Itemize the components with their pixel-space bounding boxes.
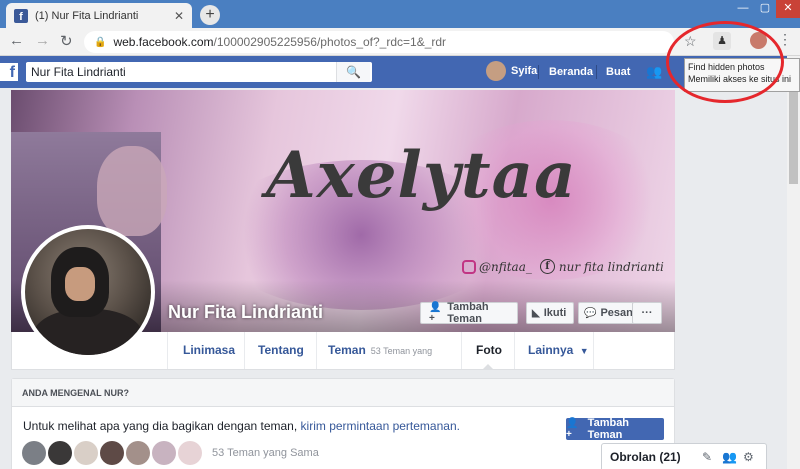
browser-tab[interactable]: f (1) Nur Fita Lindrianti ✕ — [6, 3, 192, 28]
card-add-friend-label: Tambah Teman — [587, 417, 630, 441]
nav-user-name: Syifa — [511, 65, 538, 77]
instagram-icon — [462, 259, 476, 274]
tab-photos[interactable]: Foto — [461, 332, 514, 370]
new-tab-button[interactable]: + — [200, 5, 220, 25]
facebook-favicon-icon: f — [14, 8, 28, 23]
send-friend-request-link[interactable]: kirim permintaan pertemanan. — [301, 419, 460, 433]
card-text: Untuk melihat apa yang dia bagikan denga… — [23, 419, 460, 433]
mutual-friends: 53 Teman yang Sama — [22, 441, 319, 465]
friend-requests-icon[interactable]: 👥 — [646, 64, 662, 80]
mutual-friend-avatar[interactable] — [178, 441, 202, 465]
mutual-friend-avatar[interactable] — [48, 441, 72, 465]
window-maximize-button[interactable]: ▢ — [754, 0, 776, 18]
facebook-icon: f — [539, 259, 555, 274]
instagram-handle: @nfitaa_ — [479, 259, 532, 274]
window-minimize-button[interactable]: — — [732, 0, 754, 18]
nav-divider — [538, 65, 539, 79]
chevron-down-icon: ▼ — [579, 346, 589, 356]
tab-about[interactable]: Tentang — [244, 332, 317, 369]
group-icon[interactable]: 👥 — [722, 450, 737, 464]
cover-social-handles: @nfitaa_ f nur fita lindrianti — [462, 259, 664, 274]
add-friend-button[interactable]: 👤+ Tambah Teman — [420, 301, 518, 325]
mutual-friend-avatar[interactable] — [126, 441, 150, 465]
tab-friends-label: Teman — [328, 343, 366, 357]
tab-close-icon[interactable]: ✕ — [174, 9, 184, 23]
search-input[interactable] — [26, 63, 336, 81]
mutual-friend-avatar[interactable] — [74, 441, 98, 465]
forward-arrow-icon[interactable]: → — [35, 32, 50, 49]
scrollbar-thumb[interactable] — [789, 88, 798, 184]
reload-icon[interactable]: ↻ — [60, 32, 73, 50]
cover-brand-text: Axelytaa — [266, 138, 577, 213]
rss-icon: ◣ — [532, 307, 540, 319]
chat-label: Obrolan (21) — [610, 449, 681, 464]
card-add-friend-button[interactable]: 👤+ Tambah Teman — [566, 417, 664, 441]
compose-icon[interactable]: ✎ — [702, 450, 712, 464]
nav-home[interactable]: Beranda — [549, 66, 593, 78]
gear-icon[interactable]: ⚙ — [743, 450, 754, 464]
more-options-button[interactable]: ··· — [632, 302, 662, 324]
annotation-circle — [666, 21, 784, 103]
facebook-logo-icon[interactable]: f — [0, 63, 18, 81]
profile-name[interactable]: Nur Fita Lindrianti — [168, 302, 323, 323]
user-avatar — [486, 61, 506, 81]
profile-picture[interactable] — [21, 225, 155, 359]
mutual-friend-avatar[interactable] — [22, 441, 46, 465]
url-text: web.facebook.com/100002905225956/photos_… — [113, 35, 447, 49]
mutual-friend-avatar[interactable] — [100, 441, 124, 465]
messenger-icon: 💬 — [584, 307, 597, 319]
avatar-face — [65, 267, 95, 301]
message-label: Pesan — [600, 307, 633, 319]
tab-title: (1) Nur Fita Lindrianti — [35, 9, 139, 22]
cover-face — [97, 146, 167, 236]
back-arrow-icon[interactable]: ← — [9, 32, 24, 49]
card-message: Untuk melihat apa yang dia bagikan denga… — [23, 419, 298, 433]
search-icon[interactable]: 🔍 — [336, 62, 370, 82]
nav-create[interactable]: Buat — [606, 66, 630, 78]
add-friend-icon: 👤+ — [429, 302, 442, 324]
facebook-search: 🔍 — [26, 62, 372, 82]
tab-friends[interactable]: Teman53 Teman yang Sama — [316, 332, 450, 394]
follow-button[interactable]: ◣ Ikuti — [526, 302, 574, 324]
lock-icon: 🔒 — [94, 36, 107, 48]
nav-user[interactable]: Syifa — [486, 61, 537, 81]
browser-tabstrip: f (1) Nur Fita Lindrianti ✕ + — ▢ ✕ — [0, 0, 800, 28]
chat-bar[interactable]: Obrolan (21) ✎ 👥 ⚙ — [601, 443, 767, 469]
browser-menu-icon[interactable]: ⋮ — [778, 31, 792, 48]
add-friend-icon: 👤+ — [566, 418, 579, 440]
mutual-friends-count[interactable]: 53 Teman yang Sama — [212, 447, 319, 459]
know-person-card: ANDA MENGENAL NUR? Untuk melihat apa yan… — [11, 378, 675, 469]
window-close-button[interactable]: ✕ — [776, 0, 800, 18]
tab-timeline[interactable]: Linimasa — [167, 332, 247, 369]
tab-more-label: Lainnya — [528, 343, 574, 357]
tab-more[interactable]: Lainnya ▼ — [514, 332, 594, 369]
add-friend-label: Tambah Teman — [447, 301, 489, 325]
follow-label: Ikuti — [543, 307, 567, 319]
address-bar[interactable]: 🔒 web.facebook.com/100002905225956/photo… — [84, 31, 674, 53]
mutual-friend-avatar[interactable] — [152, 441, 176, 465]
message-button[interactable]: 💬 Pesan — [578, 302, 635, 324]
facebook-handle: nur fita lindrianti — [558, 259, 664, 274]
card-header: ANDA MENGENAL NUR? — [12, 379, 674, 407]
nav-divider — [596, 65, 597, 79]
